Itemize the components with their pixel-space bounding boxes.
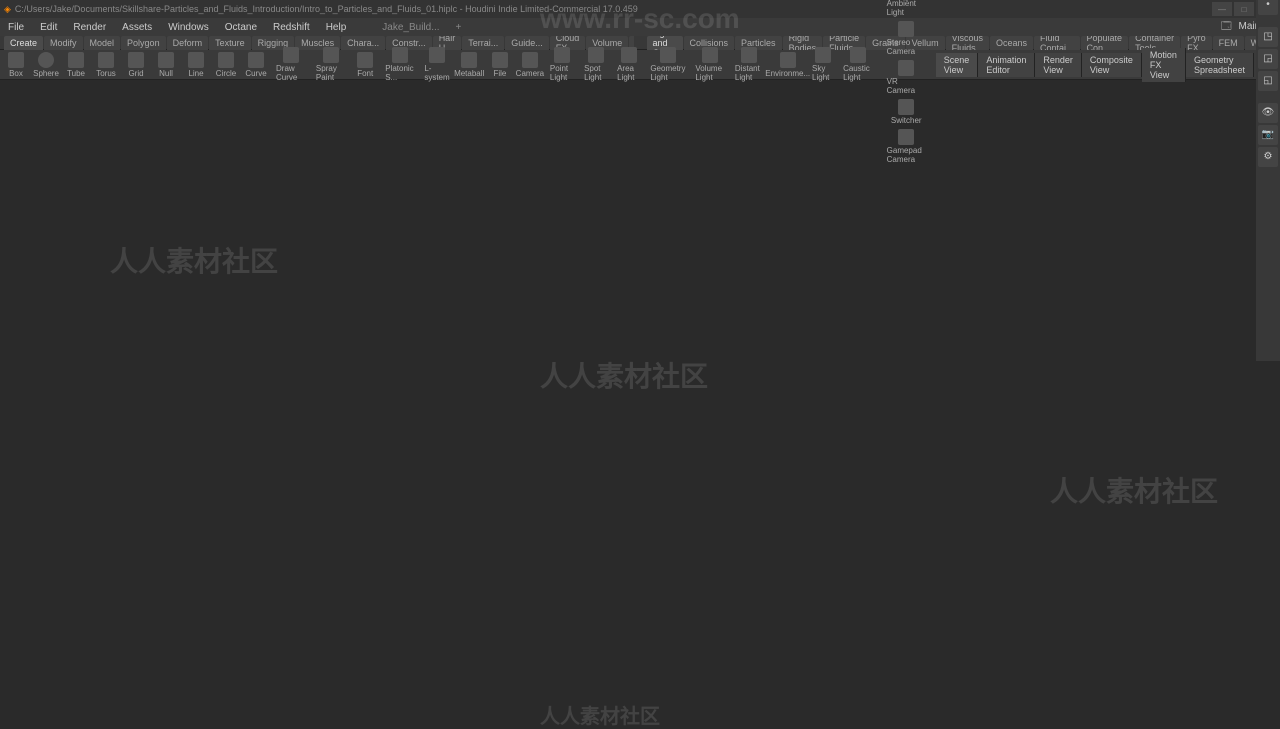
tab-display[interactable]: Jake_Build... [378,20,443,35]
minimize-button[interactable]: — [1212,2,1232,16]
tool-null[interactable]: Null [152,45,180,84]
viewport-left-toolbar: ⬚ ✥ ↻ ▲ ∿ ⬮ ▨ ⩇ • ◳ ◲ ◱ 👁 📷 ⚙ [1256,0,1280,361]
tab-geosheet[interactable]: Geometry Spreadsheet [1186,53,1254,77]
watermark: 人人素材社区 [1050,470,1218,510]
tool-file[interactable]: File [486,45,514,84]
tab-motionfx[interactable]: Motion FX View [1142,48,1186,82]
tool-skylight[interactable]: Sky Light [808,0,837,168]
tool-sphere[interactable]: Sphere [32,45,60,84]
shelf-tab[interactable]: Viscous Fluids [946,36,989,50]
tool-pointlight[interactable]: Point Light [546,0,578,168]
tool-caustic[interactable]: Caustic Light [839,0,877,168]
tool-spotlight[interactable]: Spot Light [580,0,611,168]
tool-ambient[interactable]: Ambient Light [883,0,930,19]
app-icon: ◈ [4,4,11,15]
tool-portal[interactable]: Portal Light Ambient Light Stereo Camera… [879,0,934,168]
opt3-icon[interactable]: ◱ [1258,71,1278,91]
tool-gamepad[interactable]: Gamepad Camera [883,127,930,166]
handle-icon[interactable]: ⚙ [1258,147,1278,167]
menu-help[interactable]: Help [322,20,351,35]
tool-camera[interactable]: Camera [516,0,544,168]
shelf-tab[interactable]: Oceans [990,36,1033,50]
watermark: 人人素材社区 [540,355,708,395]
tool-curve[interactable]: Curve [242,45,270,84]
tool-distlight[interactable]: Distant Light [731,0,767,168]
tool-lsystem[interactable]: L-system [421,45,452,84]
tab-sceneview[interactable]: Scene View [936,53,979,77]
display-icon[interactable]: 👁 [1258,103,1278,123]
tool-geolight[interactable]: Geometry Light [646,0,689,168]
watermark: 人人素材社区 [540,700,660,729]
shelf-tools: Box Sphere Tube Torus Grid Null Line Cir… [0,50,1280,80]
tool-vollight[interactable]: Volume Light [691,0,729,168]
tool-platonic[interactable]: Platonic S... [381,45,419,84]
watermark: 人人素材社区 [110,240,278,280]
tool-box[interactable]: Box [2,45,30,84]
render-icon[interactable]: 📷 [1258,125,1278,145]
menu-edit[interactable]: Edit [36,20,61,35]
menu-assets[interactable]: Assets [118,20,156,35]
tool-tube[interactable]: Tube [62,45,90,84]
opt2-icon[interactable]: ◲ [1258,49,1278,69]
tool-vrcam[interactable]: VR Camera [883,58,930,97]
menu-windows[interactable]: Windows [164,20,213,35]
tool-stereocam[interactable]: Stereo Camera [883,19,930,58]
tab-renderview[interactable]: Render View [1035,53,1082,77]
tab-animeditor[interactable]: Animation Editor [978,53,1035,77]
menu-render[interactable]: Render [69,20,110,35]
tool-spraypaint[interactable]: Spray Paint [312,45,349,84]
maximize-button[interactable]: □ [1234,2,1254,16]
tool-drawcurve[interactable]: Draw Curve [272,45,310,84]
shelf-tab[interactable]: Populate Con... [1081,36,1129,50]
tool-line[interactable]: Line [182,45,210,84]
tool-torus[interactable]: Torus [92,45,120,84]
tool-switcher[interactable]: Switcher [887,97,926,127]
tool-grid[interactable]: Grid [122,45,150,84]
menu-redshift[interactable]: Redshift [269,20,314,35]
menu-file[interactable]: File [4,20,28,35]
tool-circle[interactable]: Circle [212,45,240,84]
shelf-tab[interactable]: Fluid Contai... [1034,36,1080,50]
tool-metaball[interactable]: Metaball [454,45,483,84]
opt1-icon[interactable]: ◳ [1258,27,1278,47]
tab-compview[interactable]: Composite View [1082,53,1142,77]
pane-tabs: Scene View Animation Editor Render View … [936,57,1254,73]
tool-arealight[interactable]: Area Light [613,0,644,168]
tool-envlight[interactable]: Environme... [769,0,806,168]
menu-octane[interactable]: Octane [221,20,261,35]
dot-icon[interactable]: • [1258,0,1278,15]
tool-font[interactable]: Font [351,45,379,84]
shelf-tab[interactable]: FEM [1213,36,1244,50]
